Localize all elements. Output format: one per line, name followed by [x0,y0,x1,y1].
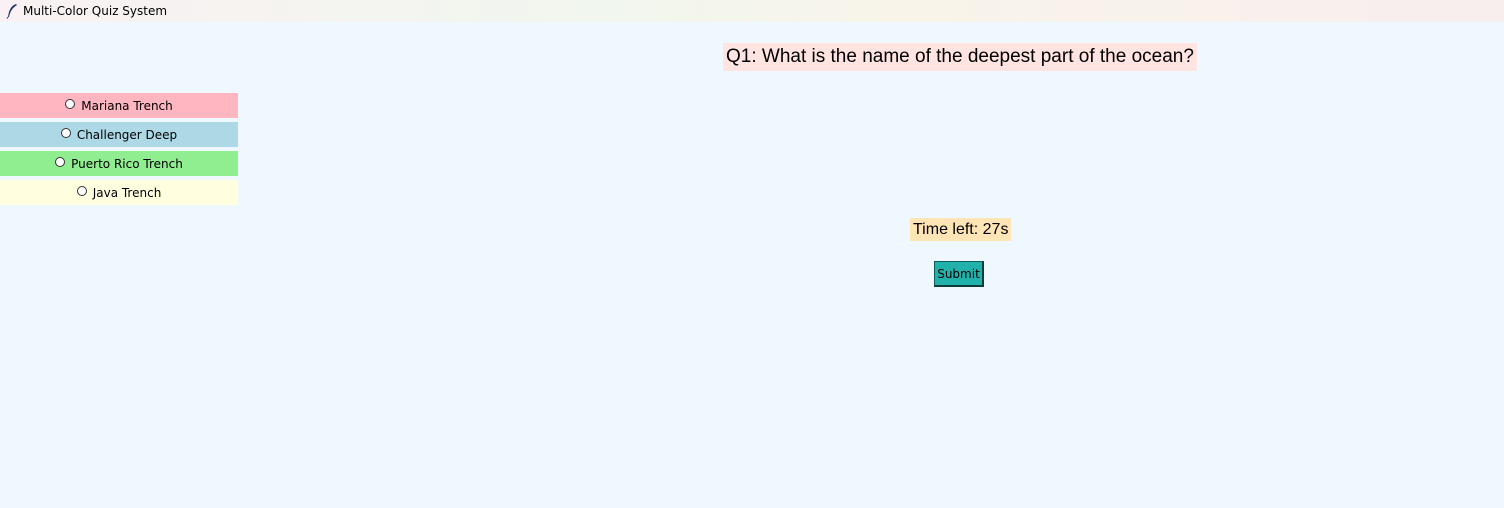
radio-button-icon[interactable] [76,185,87,196]
submit-button[interactable]: Submit [934,261,984,287]
window-titlebar: Multi-Color Quiz System [0,0,1504,22]
option-label: Java Trench [92,185,162,200]
window-title: Multi-Color Quiz System [23,4,168,18]
option-label: Mariana Trench [81,98,173,113]
timer-label: Time left: 27s [910,218,1012,241]
feather-icon [5,3,19,19]
radio-button-icon[interactable] [55,156,66,167]
option-java-trench[interactable]: Java Trench [0,180,238,205]
quiz-window-body: Q1: What is the name of the deepest part… [0,22,1504,508]
option-puerto-rico-trench[interactable]: Puerto Rico Trench [0,151,238,176]
option-label: Challenger Deep [76,127,178,142]
radio-button-icon[interactable] [65,98,76,109]
question-label: Q1: What is the name of the deepest part… [723,43,1197,71]
option-challenger-deep[interactable]: Challenger Deep [0,122,238,147]
option-mariana-trench[interactable]: Mariana Trench [0,93,238,118]
option-label: Puerto Rico Trench [71,156,183,171]
radio-button-icon[interactable] [60,127,71,138]
